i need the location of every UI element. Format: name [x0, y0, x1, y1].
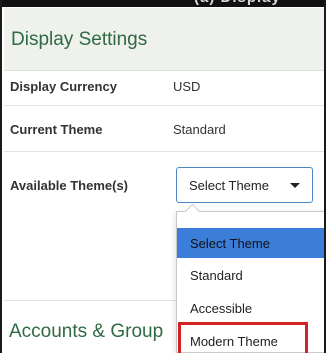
- display-currency-value: USD: [173, 79, 201, 94]
- row-divider: [4, 151, 324, 152]
- option-label: Select Theme: [190, 236, 270, 251]
- display-settings-header: Display Settings: [4, 8, 324, 71]
- current-theme-label: Current Theme: [10, 122, 103, 137]
- option-select-theme[interactable]: Select Theme: [177, 228, 324, 258]
- caret-down-icon: [290, 183, 300, 188]
- option-accessible[interactable]: Accessible: [177, 293, 324, 323]
- theme-select-label: Select Theme: [189, 178, 269, 193]
- settings-panel: (a) Display Display Settings Display Cur…: [0, 0, 326, 353]
- available-themes-label: Available Theme(s): [10, 178, 129, 193]
- highlight-annotation-box: [178, 322, 308, 353]
- display-settings-title: Display Settings: [11, 29, 148, 50]
- cropped-top-strip: (a) Display: [2, 0, 324, 7]
- current-theme-value: Standard: [173, 122, 226, 137]
- cropped-text: (a) Display: [194, 0, 281, 6]
- display-currency-label: Display Currency: [10, 79, 117, 94]
- dropdown-notch: [184, 203, 201, 220]
- accounts-groups-title: Accounts & Group: [9, 321, 164, 342]
- option-standard[interactable]: Standard: [177, 260, 324, 290]
- option-label: Standard: [190, 268, 243, 283]
- option-label: Accessible: [190, 301, 253, 316]
- row-divider: [4, 300, 176, 301]
- theme-select-button[interactable]: Select Theme: [176, 167, 313, 203]
- row-divider: [4, 105, 324, 106]
